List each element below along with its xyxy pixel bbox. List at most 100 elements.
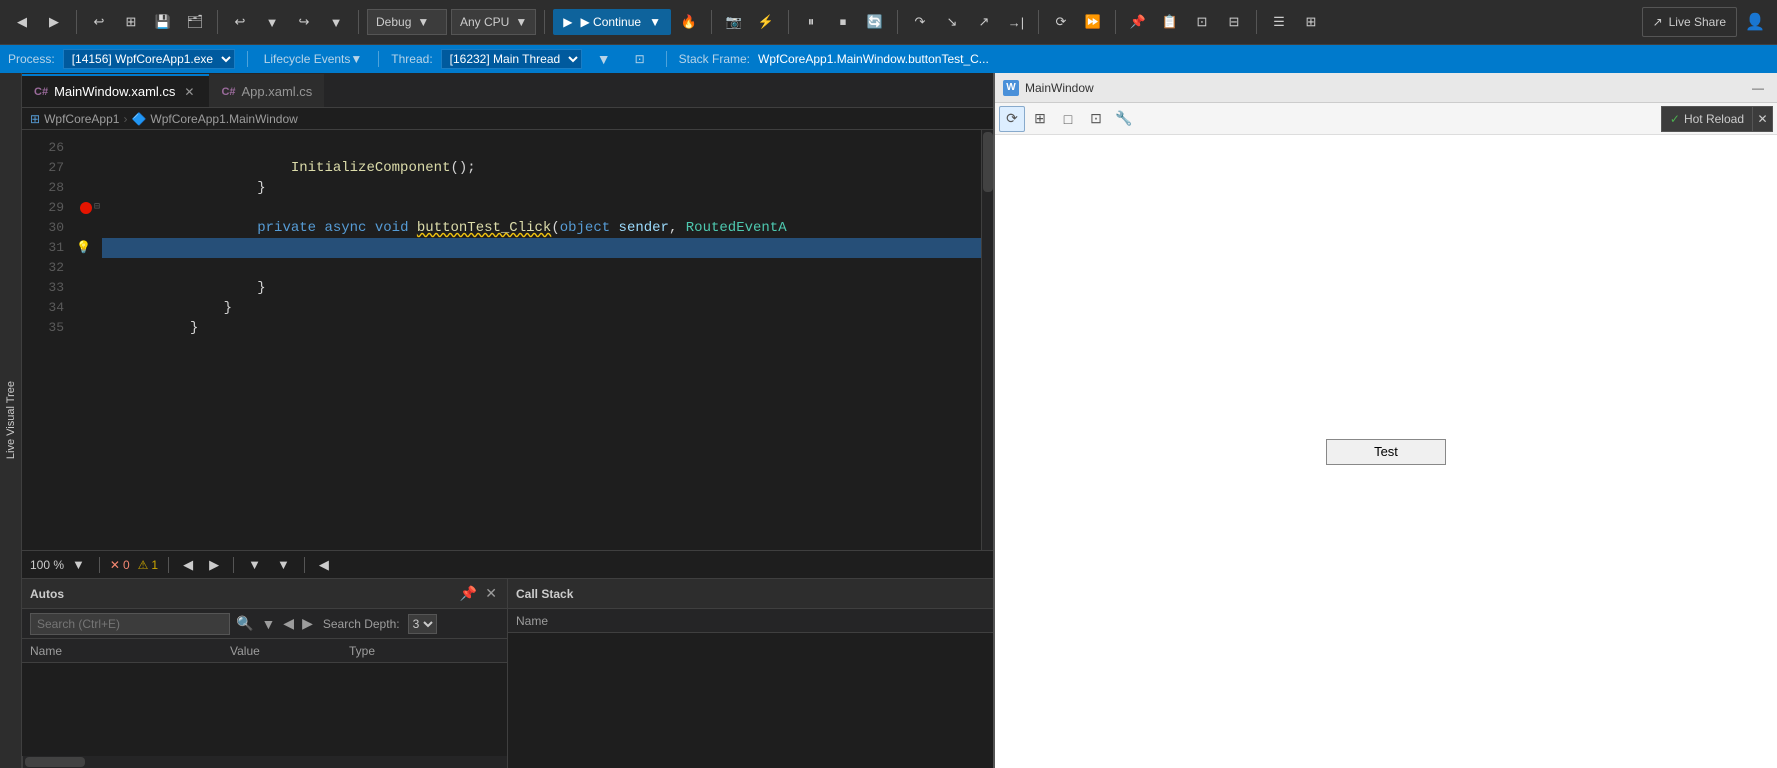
step-out-button[interactable]: ↗ <box>970 7 998 37</box>
filter-button-status[interactable]: ▼ <box>244 555 265 574</box>
tab-close-1[interactable]: ✕ <box>181 84 197 100</box>
preview-close-button[interactable]: — <box>1747 77 1769 99</box>
misc-btn-7[interactable]: ☰ <box>1265 7 1293 37</box>
call-stack-title: Call Stack <box>516 587 573 601</box>
continue-button[interactable]: ▶ ▶ Continue ▼ <box>553 9 671 35</box>
scroll-left-status[interactable]: ◀ <box>315 555 333 575</box>
misc-btn-3[interactable]: 📌 <box>1124 7 1152 37</box>
misc-btn-8[interactable]: ⊞ <box>1297 7 1325 37</box>
status-bar: 100 % ▼ ✕ 0 ⚠ 1 ◀ ▶ ▼ ▼ ◀ <box>22 550 993 578</box>
autos-nav-forward[interactable]: ▶ <box>300 613 315 634</box>
autos-nav-back[interactable]: ◀ <box>281 613 296 634</box>
live-visual-tree-tab[interactable]: Live Visual Tree <box>5 373 17 467</box>
run-to-cursor-button[interactable]: →| <box>1002 7 1030 37</box>
error-count[interactable]: ✕ 0 <box>110 558 130 572</box>
save-button[interactable]: 💾 <box>149 7 177 37</box>
tab-mainwindow-xaml-cs[interactable]: C# MainWindow.xaml.cs ✕ <box>22 74 209 107</box>
status-sep-4 <box>304 557 305 573</box>
nav-button-1[interactable]: ↩ <box>85 7 113 37</box>
error-icon: ✕ <box>110 558 120 572</box>
preview-toolbar-btn-5[interactable]: 🔧 <box>1111 106 1137 132</box>
breakpoint-indicator[interactable] <box>80 202 92 214</box>
forward-button[interactable]: ▶ <box>40 7 68 37</box>
autos-search-input[interactable] <box>30 613 230 635</box>
error-value: 0 <box>123 558 130 572</box>
live-share-button[interactable]: ↗ Live Share <box>1642 7 1737 37</box>
debug-config-dropdown[interactable]: Debug ▼ <box>367 9 447 35</box>
user-icon-button[interactable]: 👤 <box>1741 8 1769 36</box>
hot-reload-close[interactable]: ✕ <box>1753 106 1773 132</box>
preview-toolbar: ⟳ ⊞ □ ⊡ 🔧 ✓ Hot Reload ✕ <box>995 103 1777 135</box>
tab-app-xaml-cs[interactable]: C# App.xaml.cs <box>209 74 324 107</box>
undo-dropdown[interactable]: ▼ <box>258 7 286 37</box>
autos-scrollbar-thumb-h[interactable] <box>25 757 85 767</box>
camera-button[interactable]: 📷 <box>720 7 748 37</box>
back-button[interactable]: ◀ <box>8 7 36 37</box>
toolbar-sep-2 <box>217 10 218 34</box>
editor-scrollbar-thumb[interactable] <box>983 132 993 192</box>
thread-filter-button[interactable]: ▼ <box>590 48 618 70</box>
test-button[interactable]: Test <box>1326 439 1446 465</box>
autos-scrollbar-h[interactable] <box>22 756 507 768</box>
preview-toolbar-btn-1[interactable]: ⟳ <box>999 106 1025 132</box>
stop-button[interactable]: ⏹ <box>829 7 857 37</box>
status-sep-1 <box>99 557 100 573</box>
nav-button-2[interactable]: ⊞ <box>117 7 145 37</box>
misc-btn-6[interactable]: ⊟ <box>1220 7 1248 37</box>
step-in-button[interactable]: ↘ <box>938 7 966 37</box>
tab-label-1: MainWindow.xaml.cs <box>54 84 175 99</box>
redo-dropdown[interactable]: ▼ <box>322 7 350 37</box>
toolbar-sep-4 <box>544 10 545 34</box>
redo-button[interactable]: ↪ <box>290 7 318 37</box>
autos-close-button[interactable]: ✕ <box>483 583 499 604</box>
warning-count[interactable]: ⚠ 1 <box>138 558 158 572</box>
misc-btn-5[interactable]: ⊡ <box>1188 7 1216 37</box>
lightbulb-icon[interactable]: 💡 <box>76 238 91 258</box>
code-line-33: } <box>102 278 981 298</box>
zoom-value: 100 % <box>30 558 64 572</box>
call-stack-content <box>508 633 993 768</box>
process-select[interactable]: [14156] WpfCoreApp1.exe <box>63 49 235 69</box>
preview-panel: W MainWindow — ⟳ ⊞ □ ⊡ 🔧 ✓ Hot Reload ✕ … <box>993 73 1777 768</box>
main-toolbar: ◀ ▶ ↩ ⊞ 💾 🗂 ↩ ▼ ↪ ▼ Debug ▼ Any CPU ▼ ▶ … <box>0 0 1777 45</box>
restart-button[interactable]: 🔄 <box>861 7 889 37</box>
debug-config-label: Debug <box>376 15 411 29</box>
filter-dropdown-status[interactable]: ▼ <box>273 555 294 574</box>
navigate-back-status[interactable]: ◀ <box>179 555 197 575</box>
search-depth-select[interactable]: 3 <box>408 614 437 634</box>
collapse-arrow[interactable]: ⊟ <box>94 198 100 218</box>
zoom-control: 100 % ▼ <box>30 555 89 574</box>
lifecycle-events-button[interactable]: Lifecycle Events ▼ <box>260 48 367 70</box>
hot-reload-button[interactable]: ✓ Hot Reload <box>1661 106 1753 132</box>
thread-select[interactable]: [16232] Main Thread <box>441 49 582 69</box>
pause-button[interactable]: ⏸ <box>797 7 825 37</box>
fire-button[interactable]: 🔥 <box>675 7 703 37</box>
autos-toolbar: 🔍 ▼ ◀ ▶ Search Depth: 3 <box>22 609 507 639</box>
editor-scrollbar[interactable] <box>981 130 993 550</box>
col-type-header: Type <box>349 644 499 658</box>
autos-search-dropdown[interactable]: ▼ <box>259 614 277 634</box>
events-button[interactable]: ⚡ <box>752 7 780 37</box>
step-over-button[interactable]: ↷ <box>906 7 934 37</box>
editor-tabs: C# MainWindow.xaml.cs ✕ C# App.xaml.cs <box>22 73 993 108</box>
save-all-button[interactable]: 🗂 <box>181 7 209 37</box>
autos-search-icon[interactable]: 🔍 <box>234 613 255 634</box>
misc-btn-1[interactable]: ⟳ <box>1047 7 1075 37</box>
zoom-dropdown[interactable]: ▼ <box>68 555 89 574</box>
autos-pin-button[interactable]: 📌 <box>458 583 479 604</box>
main-area: Live Visual Tree C# MainWindow.xaml.cs ✕… <box>0 73 1777 768</box>
navigate-forward-status[interactable]: ▶ <box>205 555 223 575</box>
breadcrumb-class[interactable]: WpfCoreApp1.MainWindow <box>150 112 297 126</box>
preview-toolbar-btn-4[interactable]: ⊡ <box>1083 106 1109 132</box>
misc-btn-2[interactable]: ⏩ <box>1079 7 1107 37</box>
undo-button[interactable]: ↩ <box>226 7 254 37</box>
misc-btn-4[interactable]: 📋 <box>1156 7 1184 37</box>
breadcrumb-project[interactable]: WpfCoreApp1 <box>44 112 119 126</box>
cpu-dropdown[interactable]: Any CPU ▼ <box>451 9 536 35</box>
preview-toolbar-btn-3[interactable]: □ <box>1055 106 1081 132</box>
thread-break-button[interactable]: ⊡ <box>626 48 654 70</box>
autos-table-header: Name Value Type <box>22 639 507 663</box>
preview-content: Test <box>995 135 1777 768</box>
col-name-header: Name <box>30 644 230 658</box>
preview-toolbar-btn-2[interactable]: ⊞ <box>1027 106 1053 132</box>
